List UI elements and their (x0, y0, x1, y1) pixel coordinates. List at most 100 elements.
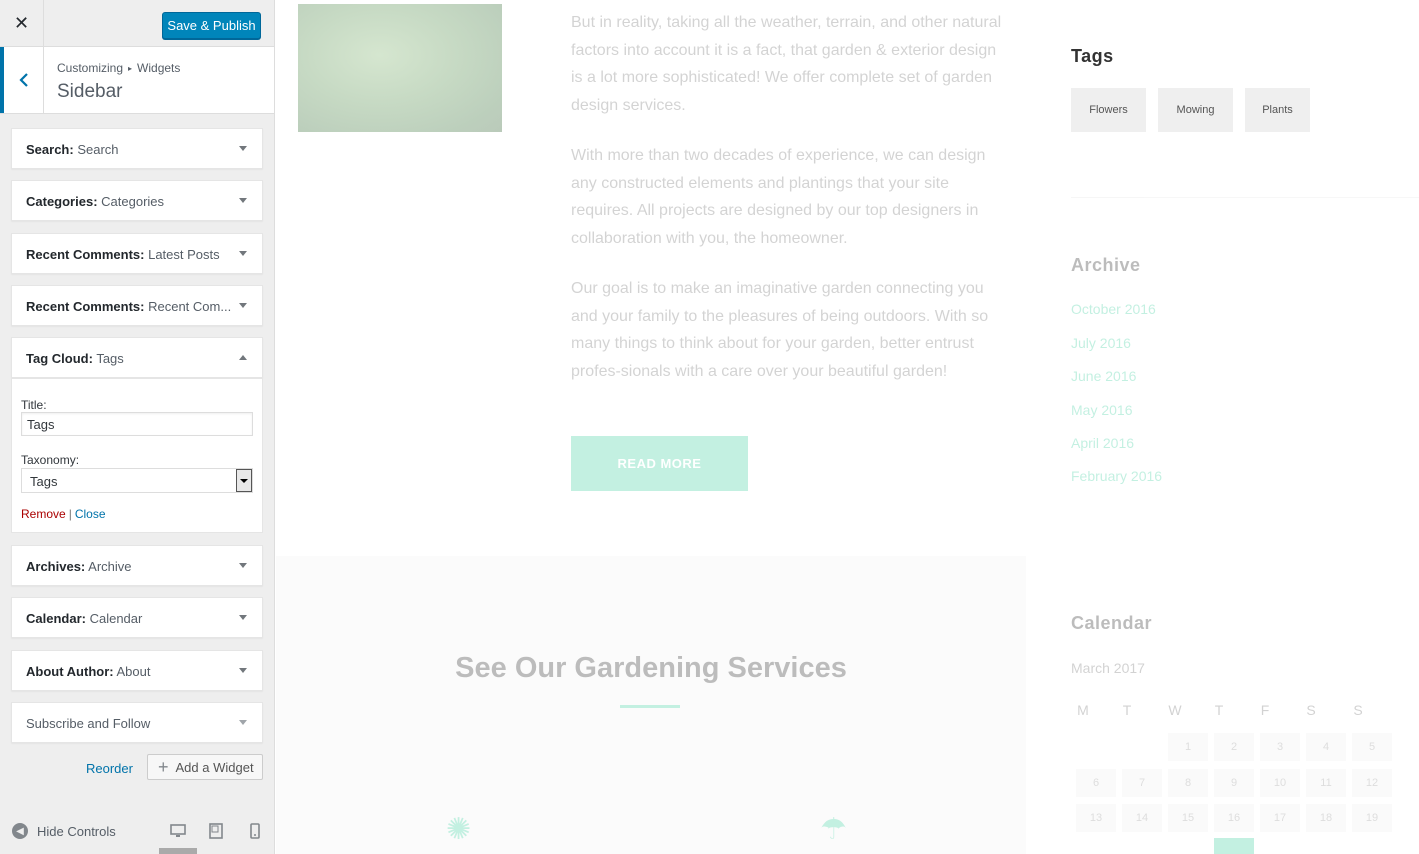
hide-controls-label: Hide Controls (37, 823, 116, 839)
tag-chip[interactable]: Mowing (1158, 88, 1233, 132)
widget-calendar[interactable]: Calendar: Calendar (11, 597, 263, 638)
calendar-date[interactable]: 15 (1168, 804, 1208, 832)
breadcrumb-parent: Customizing (57, 61, 124, 75)
calendar-date[interactable]: 19 (1352, 804, 1392, 832)
caret-down-icon[interactable] (239, 615, 247, 620)
calendar-day-header: F (1260, 702, 1270, 718)
section-title-bar: Customizing ▸ Widgets Sidebar (0, 47, 274, 114)
widget-instance: Latest Posts (148, 247, 220, 262)
taxonomy-select[interactable]: Tags (21, 468, 253, 493)
title-input[interactable] (21, 412, 253, 436)
calendar-today[interactable] (1214, 838, 1254, 854)
calendar-date[interactable]: 2 (1214, 733, 1254, 761)
widget-recent-comments-latest[interactable]: Recent Comments: Latest Posts (11, 233, 263, 274)
calendar-day-header: W (1168, 702, 1182, 718)
save-publish-button[interactable]: Save & Publish (162, 12, 261, 39)
caret-down-icon[interactable] (239, 303, 247, 308)
calendar-date[interactable]: 18 (1306, 804, 1346, 832)
calendar-date[interactable]: 14 (1122, 804, 1162, 832)
calendar-day-header: S (1353, 702, 1363, 718)
add-widget-label: Add a Widget (175, 759, 254, 775)
archive-title: Archive (1071, 255, 1141, 275)
paragraph: But in reality, taking all the weather, … (571, 14, 1002, 114)
archive-link[interactable]: April 2016 (1071, 435, 1134, 451)
widget-categories[interactable]: Categories: Categories (11, 180, 263, 221)
widget-type: Archives: (26, 559, 86, 574)
tablet-icon[interactable] (207, 822, 225, 840)
caret-down-icon[interactable] (239, 251, 247, 256)
select-dropdown-icon[interactable] (236, 469, 252, 492)
archive-link[interactable]: October 2016 (1071, 301, 1156, 317)
widget-instance: Recent Com... (148, 299, 232, 314)
widget-recent-comments-recent[interactable]: Recent Comments: Recent Com... (11, 285, 263, 326)
breadcrumb-separator: ▸ (128, 64, 133, 73)
section-title: Sidebar (57, 81, 123, 102)
calendar-day-header: M (1077, 702, 1089, 718)
caret-down-icon[interactable] (239, 720, 247, 725)
hide-controls-button[interactable]: ◀ Hide Controls (12, 823, 116, 839)
tag-chip[interactable]: Plants (1245, 88, 1310, 132)
archive-link[interactable]: June 2016 (1071, 368, 1136, 384)
paragraph: Our goal is to make an imaginative garde… (571, 280, 989, 380)
widget-instance: Calendar (89, 611, 143, 626)
archive-link[interactable]: February 2016 (1071, 468, 1162, 484)
garden-image (298, 4, 502, 132)
title-underline (620, 705, 680, 708)
mobile-icon[interactable] (246, 822, 264, 840)
panel-header: ✕ Save & Publish (0, 0, 274, 47)
customizer-panel: ✕ Save & Publish Customizing ▸ Widgets Sid… (0, 0, 275, 854)
close-link[interactable]: Close (75, 507, 106, 521)
calendar-date[interactable]: 5 (1352, 733, 1392, 761)
calendar-date[interactable]: 16 (1214, 804, 1254, 832)
add-widget-button[interactable]: + Add a Widget (147, 754, 263, 780)
title-label: Title: (21, 398, 47, 412)
calendar-date[interactable]: 11 (1306, 769, 1346, 797)
calendar-date[interactable]: 3 (1260, 733, 1300, 761)
calendar-date[interactable]: 13 (1076, 804, 1116, 832)
calendar-day-header: S (1306, 702, 1316, 718)
reorder-link[interactable]: Reorder (86, 761, 133, 776)
calendar-date[interactable]: 10 (1260, 769, 1300, 797)
back-chevron-icon[interactable] (0, 47, 44, 113)
widget-type: Categories: (26, 194, 98, 209)
widget-type: Recent Comments: (26, 299, 145, 314)
calendar-date[interactable]: 8 (1168, 769, 1208, 797)
caret-down-icon[interactable] (239, 668, 247, 673)
calendar-date[interactable]: 17 (1260, 804, 1300, 832)
taxonomy-label: Taxonomy: (21, 453, 80, 467)
paragraph: With more than two decades of experience… (571, 147, 986, 247)
widget-archives[interactable]: Archives: Archive (11, 545, 263, 586)
caret-down-icon[interactable] (239, 198, 247, 203)
tags-widget-title: Tags (1071, 46, 1114, 66)
archive-link[interactable]: July 2016 (1071, 335, 1131, 351)
calendar-day-header: T (1214, 702, 1224, 718)
close-icon[interactable]: ✕ (0, 0, 44, 47)
remove-link[interactable]: Remove (21, 507, 66, 521)
widget-instance: Tags (96, 351, 124, 366)
widget-about-author[interactable]: About Author: About (11, 650, 263, 691)
calendar-month: March 2017 (1071, 660, 1145, 676)
plus-icon: + (158, 756, 169, 777)
caret-down-icon[interactable] (239, 146, 247, 151)
widget-instance: Search (77, 142, 119, 157)
archive-link[interactable]: May 2016 (1071, 402, 1132, 418)
calendar-date[interactable]: 1 (1168, 733, 1208, 761)
caret-down-icon[interactable] (239, 563, 247, 568)
taxonomy-selected-value: Tags (30, 474, 58, 489)
calendar-date[interactable]: 9 (1214, 769, 1254, 797)
link-separator: | (68, 507, 72, 521)
calendar-date[interactable]: 4 (1306, 733, 1346, 761)
read-more-button[interactable]: READ MORE (571, 436, 748, 491)
widget-tag-cloud[interactable]: Tag Cloud: Tags (11, 337, 263, 378)
calendar-day-header: T (1122, 702, 1132, 718)
widget-search[interactable]: Search: Search (11, 128, 263, 169)
calendar-date[interactable]: 6 (1076, 769, 1116, 797)
widget-subscribe-follow[interactable]: Subscribe and Follow (11, 702, 263, 743)
site-preview[interactable]: But in reality, taking all the weather, … (276, 0, 1419, 854)
widget-type: Search: (26, 142, 74, 157)
tag-chip[interactable]: Flowers (1071, 88, 1146, 132)
calendar-date[interactable]: 7 (1122, 769, 1162, 797)
calendar-date[interactable]: 12 (1352, 769, 1392, 797)
desktop-icon[interactable] (169, 822, 187, 840)
caret-up-icon[interactable] (239, 355, 247, 360)
